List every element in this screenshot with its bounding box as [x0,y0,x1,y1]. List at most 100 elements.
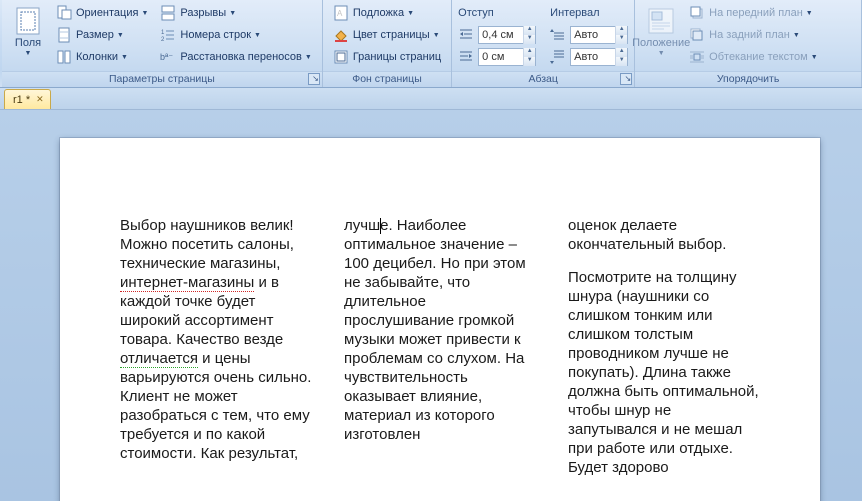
line-numbers-icon: 12 [160,27,176,43]
spacing-header: Интервал [550,7,599,19]
group-page-bg-label: Фон страницы [323,71,451,87]
svg-text:bª⁻: bª⁻ [160,52,173,62]
chevron-down-icon: ▼ [811,54,818,61]
page-color-label: Цвет страницы [353,29,430,41]
spin-down[interactable]: ▼ [524,35,535,44]
spacing-before-icon [550,26,566,45]
grammar-underline: отличается [120,350,198,368]
spacing-after-icon [550,48,566,67]
send-back-button[interactable]: На задний план ▼ [685,24,821,46]
indent-right-icon [458,48,474,67]
bring-front-label: На передний план [709,7,803,19]
page-borders-button[interactable]: Границы страниц [329,46,445,68]
size-button[interactable]: Размер ▼ [52,24,152,46]
paint-bucket-icon [333,27,349,43]
margins-button[interactable]: Поля ▼ [6,2,50,60]
document-tab[interactable]: r1 * ✕ [4,89,51,109]
line-numbers-label: Номера строк [180,29,251,41]
page-borders-label: Границы страниц [353,51,441,63]
group-arrange-label: Упорядочить [635,71,861,87]
breaks-icon [160,5,176,21]
group-arrange: Положение ▼ На передний план ▼ На задний… [635,0,862,87]
chevron-down-icon: ▼ [121,54,128,61]
svg-text:2: 2 [161,37,165,43]
margins-label: Поля [15,37,41,49]
group-page-background: A Подложка ▼ Цвет страницы ▼ Границы стр… [323,0,452,87]
paragraph-launcher[interactable]: ↘ [620,73,632,85]
send-back-icon [689,27,705,43]
document-page[interactable]: Выбор наушников велик! Можно посетить са… [60,138,820,501]
orientation-button[interactable]: Ориентация ▼ [52,2,152,24]
spacing-after-spinbox[interactable]: Авто ▲▼ [570,48,628,66]
spin-down[interactable]: ▼ [616,57,627,66]
spin-up[interactable]: ▲ [524,48,535,57]
text-column-3: оценок делаете окончательный выбор. Посм… [568,216,760,491]
group-page-setup-label: Параметры страницы [2,71,322,87]
orientation-label: Ориентация [76,7,138,19]
chevron-down-icon: ▼ [793,32,800,39]
indent-left-spinbox[interactable]: 0,4 см ▲▼ [478,26,536,44]
spin-down[interactable]: ▼ [524,57,535,66]
spin-down[interactable]: ▼ [616,35,627,44]
page-border-icon [333,49,349,65]
chevron-down-icon: ▼ [433,32,440,39]
spacing-before-value: Авто [571,29,615,41]
breaks-button[interactable]: Разрывы ▼ [156,2,315,24]
chevron-down-icon: ▼ [305,54,312,61]
position-label: Положение [632,37,690,49]
page-color-button[interactable]: Цвет страницы ▼ [329,24,445,46]
document-tab-label: r1 * [13,94,30,106]
breaks-label: Разрывы [180,7,226,19]
line-numbers-button[interactable]: 12 Номера строк ▼ [156,24,315,46]
columns-label: Колонки [76,51,118,63]
chevron-down-icon: ▼ [254,32,261,39]
size-label: Размер [76,29,114,41]
orientation-icon [56,5,72,21]
chevron-down-icon: ▼ [117,32,124,39]
position-icon [645,5,677,37]
body-text: е. Наиболее оптимальное значение – 100 д… [344,217,526,443]
group-paragraph-label: Абзац [452,71,634,87]
svg-text:A: A [337,9,343,18]
spin-up[interactable]: ▲ [616,48,627,57]
group-paragraph: Отступ 0,4 см ▲▼ 0 см ▲▼ Инт [452,0,635,87]
document-tabbar: r1 * ✕ [0,88,862,110]
spin-up[interactable]: ▲ [524,26,535,35]
watermark-label: Подложка [353,7,404,19]
chevron-down-icon: ▼ [25,50,32,57]
indent-right-value: 0 см [479,51,523,63]
text-wrap-button[interactable]: Обтекание текстом ▼ [685,46,821,68]
page-size-icon [56,27,72,43]
workspace: Выбор наушников велик! Можно посетить са… [0,110,862,501]
indent-right-spinbox[interactable]: 0 см ▲▼ [478,48,536,66]
spellcheck-underline: интернет-магазины [120,274,254,292]
indent-left-icon [458,26,474,45]
hyphenation-label: Расстановка переносов [180,51,301,63]
page-setup-launcher[interactable]: ↘ [308,73,320,85]
columns-icon [56,49,72,65]
spacing-after-value: Авто [571,51,615,63]
text-column-2: лучше. Наиболее оптимальное значение – 1… [344,216,536,491]
spin-up[interactable]: ▲ [616,26,627,35]
body-text: лучш [344,217,380,234]
indent-left-value: 0,4 см [479,29,523,41]
send-back-label: На задний план [709,29,790,41]
text-wrap-label: Обтекание текстом [709,51,808,63]
chevron-down-icon: ▼ [407,10,414,17]
chevron-down-icon: ▼ [141,10,148,17]
bring-front-icon [689,5,705,21]
margins-icon [12,5,44,37]
indent-header: Отступ [458,7,494,19]
watermark-icon: A [333,5,349,21]
bring-front-button[interactable]: На передний план ▼ [685,2,821,24]
body-text: оценок делаете окончательный выбор. [568,216,760,254]
columns-button[interactable]: Колонки ▼ [52,46,152,68]
watermark-button[interactable]: A Подложка ▼ [329,2,445,24]
group-page-setup: Поля ▼ Ориентация ▼ Размер ▼ Колонки ▼ [2,0,323,87]
hyphenation-button[interactable]: bª⁻ Расстановка переносов ▼ [156,46,315,68]
body-text: Посмотрите на толщину шнура (наушники со… [568,268,760,477]
spacing-before-spinbox[interactable]: Авто ▲▼ [570,26,628,44]
position-button[interactable]: Положение ▼ [639,2,683,60]
close-icon[interactable]: ✕ [36,94,44,105]
text-column-1: Выбор наушников велик! Можно посетить са… [120,216,312,491]
